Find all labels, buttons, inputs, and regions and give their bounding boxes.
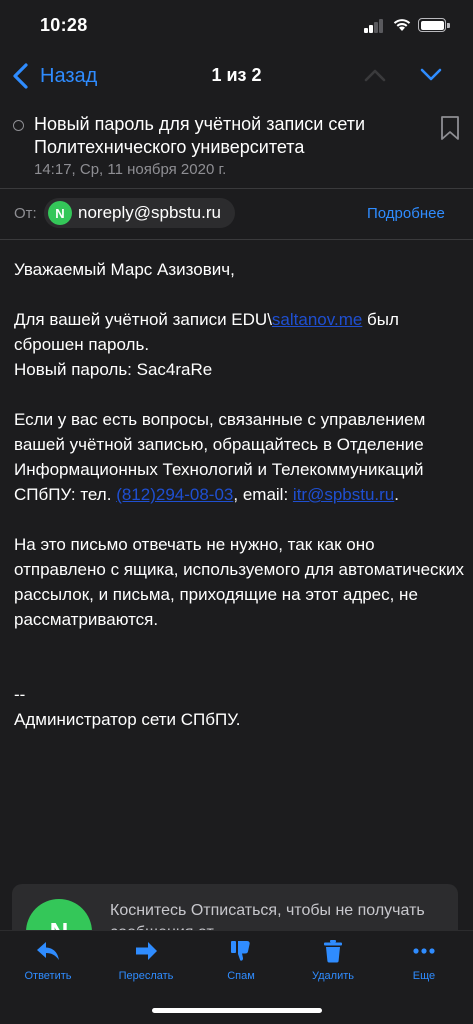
delete-button[interactable]: Удалить [293, 939, 373, 982]
signature-dash: -- [14, 685, 26, 704]
home-indicator[interactable] [152, 1008, 322, 1013]
back-button[interactable]: Назад [10, 60, 97, 92]
questions-paragraph: Если у вас есть вопросы, связанные с упр… [14, 407, 464, 507]
sender-email: noreply@spbstu.ru [78, 203, 221, 222]
details-link[interactable]: Подробнее [367, 205, 445, 222]
trash-icon [324, 940, 342, 963]
reply-label: Ответить [24, 970, 72, 982]
status-time: 10:28 [40, 15, 88, 35]
chevron-left-icon [13, 63, 28, 89]
from-row: От: N noreply@spbstu.ru Подробнее [0, 196, 473, 232]
cellular-signal-icon [364, 19, 384, 33]
more-label: Еще [412, 970, 436, 982]
reply-button[interactable]: Ответить [8, 939, 88, 982]
greeting: Уважаемый Марс Азизович, [14, 260, 235, 279]
no-reply-paragraph: На это письмо отвечать не нужно, так как… [14, 535, 464, 629]
signature: Администратор сети СПбПУ. [14, 710, 241, 729]
spam-label: Спам [227, 970, 255, 982]
unread-indicator-icon[interactable] [13, 120, 24, 131]
forward-icon [136, 942, 157, 960]
next-message-chevron-down-icon[interactable] [418, 65, 444, 85]
forward-label: Переслать [118, 970, 174, 982]
nav-bar: Назад 1 из 2 [0, 55, 473, 97]
support-email-link[interactable]: itr@spbstu.ru [293, 485, 394, 504]
sender-chip[interactable]: N noreply@spbstu.ru [44, 198, 235, 228]
new-password-line: Новый пароль: Sac4raRe [14, 360, 213, 379]
login-link[interactable]: saltanov.me [272, 310, 362, 329]
phone-link[interactable]: (812)294-08-03 [116, 485, 233, 504]
more-button[interactable]: Еще [384, 939, 464, 982]
battery-icon [418, 18, 450, 32]
delete-label: Удалить [312, 970, 354, 982]
previous-message-chevron-up-icon[interactable] [362, 65, 388, 85]
reset-prefix: Для вашей учётной записи EDU\ [14, 310, 272, 329]
more-icon [413, 948, 435, 954]
spam-button[interactable]: Спам [201, 939, 281, 982]
message-body: Уважаемый Марс Азизович, Для вашей учётн… [14, 257, 464, 732]
message-date: 14:17, Ср, 11 ноября 2020 г. [34, 161, 227, 178]
email-separator: , email: [233, 485, 293, 504]
header-divider [0, 188, 473, 189]
wifi-icon [393, 19, 411, 31]
from-divider [0, 239, 473, 240]
thumbs-down-icon [231, 941, 250, 961]
forward-button[interactable]: Переслать [106, 939, 186, 982]
end-period: . [394, 485, 400, 504]
from-label: От: [14, 205, 37, 222]
reset-paragraph: Для вашей учётной записи EDU\saltanov.me… [14, 307, 464, 357]
reply-icon [37, 942, 59, 960]
message-subject: Новый пароль для учётной записи сети Пол… [34, 114, 366, 157]
bookmark-icon[interactable] [440, 115, 460, 141]
back-label: Назад [40, 64, 98, 87]
sender-avatar: N [48, 201, 72, 225]
status-bar: 10:28 [0, 0, 473, 50]
